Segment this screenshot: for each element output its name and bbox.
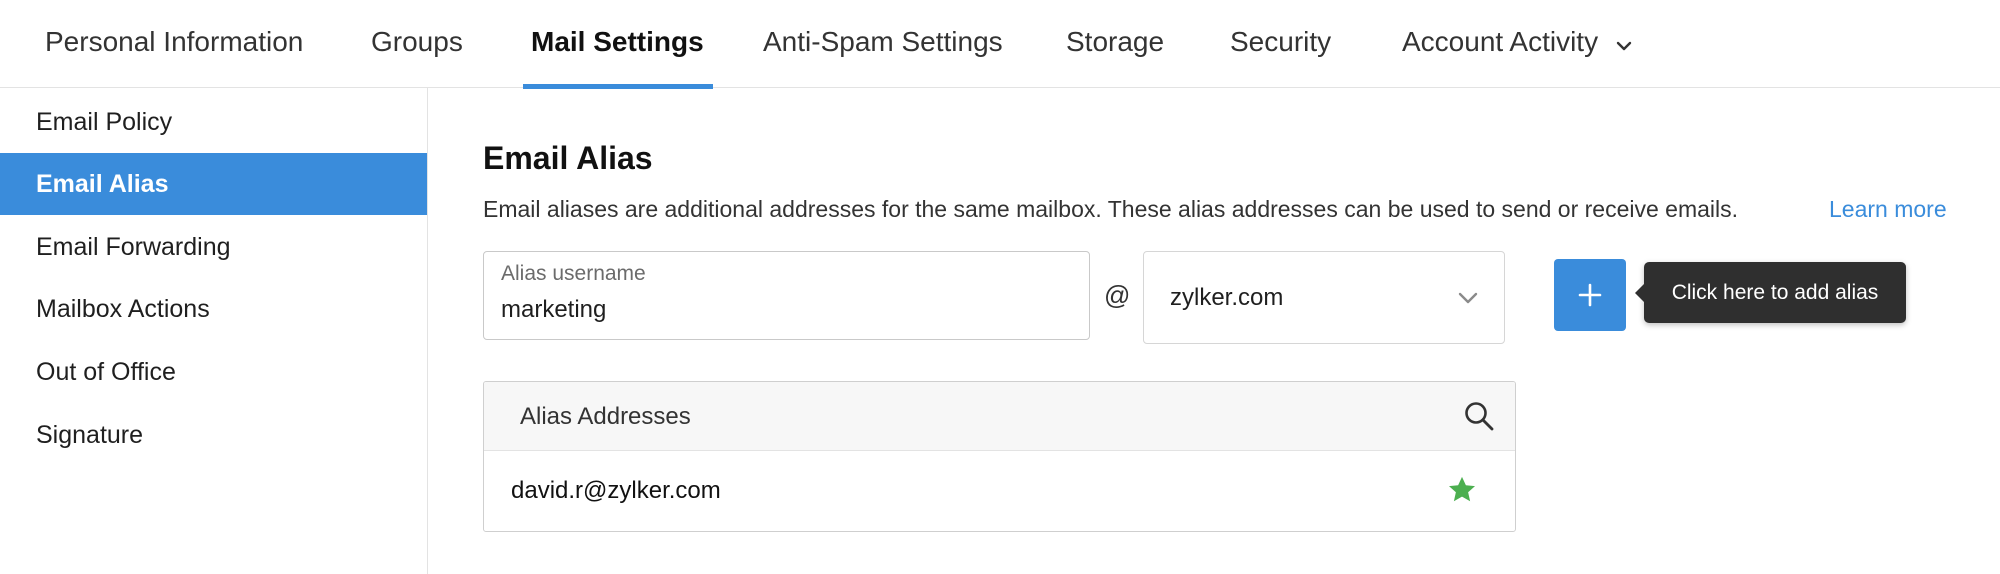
tab-account-activity[interactable]: Account Activity <box>1402 26 1634 88</box>
chevron-down-icon <box>1456 286 1480 310</box>
tab-label: Storage <box>1066 26 1165 57</box>
tab-storage[interactable]: Storage <box>1066 26 1164 88</box>
table-row[interactable]: david.r@zylker.com <box>484 451 1515 531</box>
sidebar-item-label: Signature <box>36 421 144 449</box>
tab-personal-information[interactable]: Personal Information <box>45 26 303 88</box>
alias-table-title: Alias Addresses <box>520 403 691 430</box>
tab-label: Account Activity <box>1402 26 1599 57</box>
search-icon[interactable] <box>1463 400 1495 432</box>
sidebar-item-label: Mailbox Actions <box>36 295 210 323</box>
alias-email: david.r@zylker.com <box>511 477 721 504</box>
tab-label: Anti-Spam Settings <box>763 26 1003 57</box>
tab-label: Groups <box>371 26 463 57</box>
tab-groups[interactable]: Groups <box>371 26 463 88</box>
alias-table-header: Alias Addresses <box>484 382 1515 451</box>
plus-icon <box>1578 283 1602 307</box>
domain-select[interactable]: zylker.com <box>1143 251 1505 344</box>
sidebar-item-label: Email Policy <box>36 108 173 136</box>
tab-security[interactable]: Security <box>1230 26 1331 88</box>
domain-select-value: zylker.com <box>1170 284 1284 311</box>
top-tab-bar: Personal Information Groups Mail Setting… <box>0 0 2000 89</box>
alias-username-field[interactable]: Alias username <box>483 251 1090 340</box>
alias-username-input[interactable] <box>501 296 1071 324</box>
sidebar-item-signature[interactable]: Signature <box>0 404 427 466</box>
sidebar-item-email-alias[interactable]: Email Alias <box>0 153 427 215</box>
tab-anti-spam-settings[interactable]: Anti-Spam Settings <box>763 26 1003 88</box>
sidebar-item-label: Out of Office <box>36 358 176 386</box>
sidebar-item-out-of-office[interactable]: Out of Office <box>0 341 427 403</box>
chevron-down-icon <box>1614 31 1634 51</box>
page-title: Email Alias <box>483 140 653 176</box>
tab-label: Personal Information <box>45 26 304 57</box>
sidebar-item-email-forwarding[interactable]: Email Forwarding <box>0 216 427 278</box>
at-sign: @ <box>1104 280 1131 310</box>
add-alias-tooltip: Click here to add alias <box>1635 262 1906 323</box>
star-icon[interactable] <box>1447 475 1477 505</box>
settings-sidebar: Email Policy Email Alias Email Forwardin… <box>0 88 428 574</box>
tab-mail-settings[interactable]: Mail Settings <box>523 26 713 89</box>
tab-label: Security <box>1230 26 1332 57</box>
sidebar-item-label: Email Forwarding <box>36 233 231 261</box>
sidebar-item-mailbox-actions[interactable]: Mailbox Actions <box>0 278 427 340</box>
add-alias-button[interactable] <box>1554 259 1626 331</box>
alias-addresses-table: Alias Addresses david.r@zylker.com <box>483 381 1516 532</box>
learn-more-link[interactable]: Learn more <box>1829 196 1947 223</box>
sidebar-item-label: Email Alias <box>36 170 169 198</box>
alias-username-label: Alias username <box>501 262 646 285</box>
tab-label: Mail Settings <box>531 26 704 57</box>
sidebar-item-email-policy[interactable]: Email Policy <box>0 91 427 153</box>
page-description: Email aliases are additional addresses f… <box>483 196 1739 222</box>
